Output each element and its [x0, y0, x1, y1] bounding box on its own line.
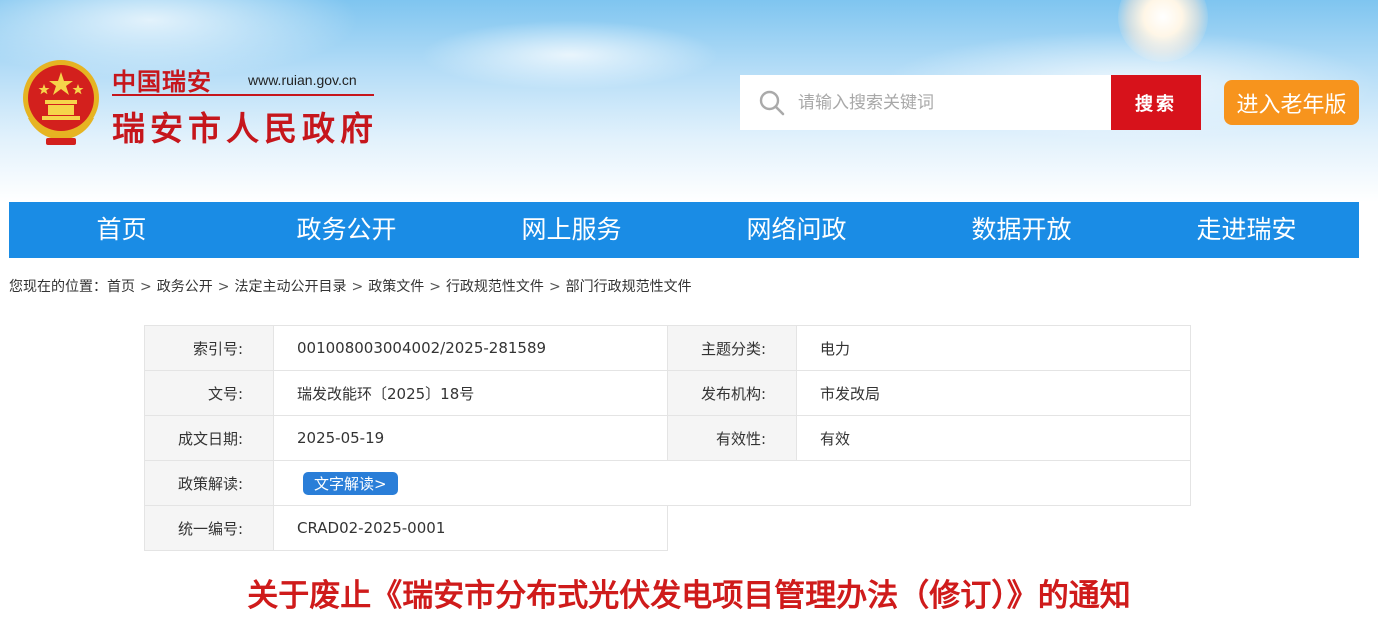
breadcrumb-item[interactable]: 法定主动公开目录	[234, 279, 346, 295]
document-info-table: 索引号: 001008003004002/2025-281589 主题分类: 电…	[144, 325, 1191, 551]
breadcrumb-separator: >	[351, 279, 364, 295]
table-row: 统一编号: CRAD02-2025-0001	[144, 505, 1191, 551]
index-number-label: 索引号:	[144, 325, 274, 371]
page: 中国瑞安 www.ruian.gov.cn 瑞安市人民政府 搜索 进入老年版 首…	[0, 0, 1378, 626]
breadcrumb-item[interactable]: 部门行政规范性文件	[566, 279, 692, 295]
nav-item-about-ruian[interactable]: 走进瑞安	[1134, 202, 1359, 258]
nav-item-open-data[interactable]: 数据开放	[909, 202, 1134, 258]
breadcrumb-item[interactable]: 政策文件	[368, 279, 424, 295]
breadcrumb-separator: >	[548, 279, 561, 295]
breadcrumb-separator: >	[140, 279, 152, 295]
publisher-label: 发布机构:	[667, 370, 797, 416]
text-interpretation-button[interactable]: 文字解读>	[303, 471, 398, 495]
validity-value: 有效	[796, 415, 1191, 461]
main-nav: 首页 政务公开 网上服务 网络问政 数据开放 走进瑞安	[9, 202, 1359, 258]
table-row: 索引号: 001008003004002/2025-281589 主题分类: 电…	[144, 325, 1191, 371]
site-name: 中国瑞安	[112, 67, 212, 96]
date-label: 成文日期:	[144, 415, 274, 461]
document-title: 关于废止《瑞安市分布式光伏发电项目管理办法（修订）》的通知	[247, 578, 1131, 614]
index-number-value: 001008003004002/2025-281589	[273, 325, 668, 371]
search-input[interactable]	[798, 75, 1098, 130]
document-number-value: 瑞发改能环〔2025〕18号	[273, 370, 668, 416]
elder-mode-button[interactable]: 进入老年版	[1224, 80, 1359, 125]
site-domain: www.ruian.gov.cn	[248, 72, 357, 88]
nav-item-online-services[interactable]: 网上服务	[459, 202, 684, 258]
breadcrumb: 您现在的位置：首页 > 政务公开 > 法定主动公开目录 > 政策文件 > 行政规范性文件 > 部门行…	[9, 276, 692, 296]
nav-item-online-inquiry[interactable]: 网络问政	[684, 202, 909, 258]
interpretation-cell: 文字解读>	[273, 460, 1191, 506]
table-row: 政策解读: 文字解读>	[144, 460, 1191, 506]
breadcrumb-item[interactable]: 政务公开	[157, 279, 213, 295]
table-row: 成文日期: 2025-05-19 有效性: 有效	[144, 415, 1191, 461]
nav-item-home[interactable]: 首页	[9, 202, 234, 258]
topic-value: 电力	[796, 325, 1191, 371]
nav-item-government-affairs[interactable]: 政务公开	[234, 202, 459, 258]
date-value: 2025-05-19	[273, 415, 668, 461]
search-icon	[759, 90, 785, 116]
site-header: 中国瑞安 www.ruian.gov.cn 瑞安市人民政府 搜索 进入老年版	[0, 0, 1378, 202]
publisher-value: 市发改局	[796, 370, 1191, 416]
breadcrumb-separator: >	[429, 279, 441, 295]
search-box	[740, 75, 1111, 130]
logo-divider	[112, 94, 374, 96]
table-row: 文号: 瑞发改能环〔2025〕18号 发布机构: 市发改局	[144, 370, 1191, 416]
empty-cell	[667, 505, 1191, 551]
search-button[interactable]: 搜索	[1111, 75, 1201, 130]
serial-number-label: 统一编号:	[144, 505, 274, 551]
interpretation-label: 政策解读:	[144, 460, 274, 506]
site-full-name[interactable]: 瑞安市人民政府	[112, 102, 378, 150]
national-emblem-icon[interactable]	[18, 58, 104, 146]
serial-number-value: CRAD02-2025-0001	[273, 505, 668, 551]
topic-label: 主题分类:	[667, 325, 797, 371]
breadcrumb-prefix: 您现在的位置：	[9, 279, 107, 295]
breadcrumb-separator: >	[217, 279, 230, 295]
validity-label: 有效性:	[667, 415, 797, 461]
breadcrumb-item[interactable]: 首页	[107, 279, 135, 295]
cloud-decoration	[420, 20, 720, 90]
breadcrumb-item[interactable]: 行政规范性文件	[446, 279, 544, 295]
document-number-label: 文号:	[144, 370, 274, 416]
